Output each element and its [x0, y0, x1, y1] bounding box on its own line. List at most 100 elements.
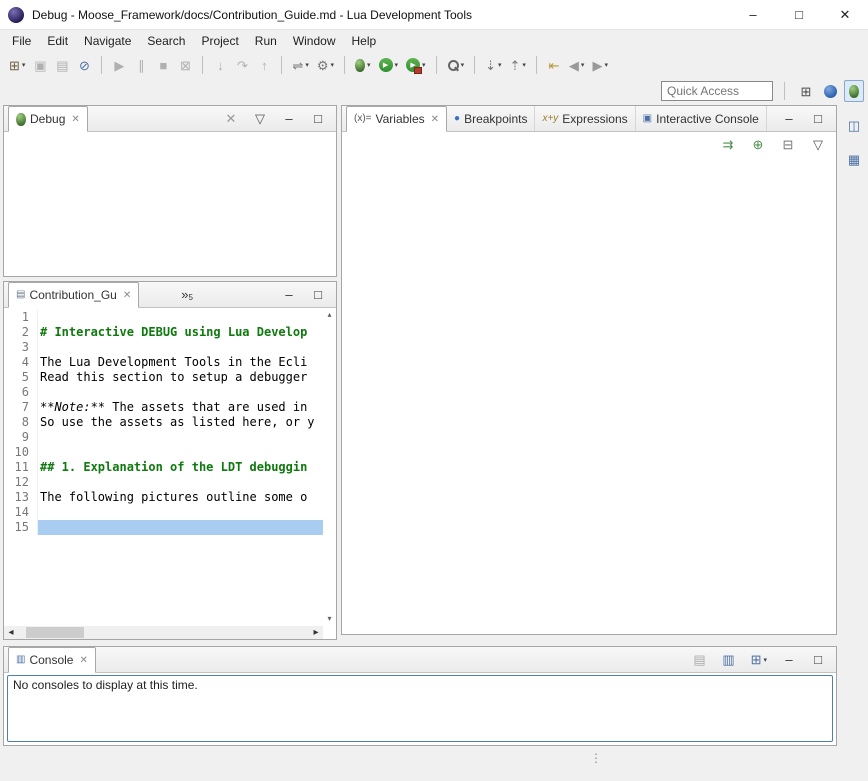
menu-item[interactable]: Window: [285, 31, 344, 51]
dropdown-arrow-icon[interactable]: ▾: [581, 61, 585, 69]
menu-item[interactable]: Run: [247, 31, 285, 51]
close-tab-icon[interactable]: ✕: [71, 114, 79, 125]
scroll-left-icon[interactable]: ◂: [4, 626, 18, 639]
menu-item[interactable]: Search: [139, 31, 193, 51]
console-content[interactable]: No consoles to display at this time.: [7, 675, 833, 742]
menu-item[interactable]: Help: [344, 31, 385, 51]
dropdown-arrow-icon[interactable]: ▾: [604, 61, 608, 69]
dropdown-arrow-icon[interactable]: ▾: [422, 61, 426, 69]
tab-interactive-console[interactable]: ▣Interactive Console: [636, 106, 767, 131]
maximize-button[interactable]: □: [308, 110, 328, 128]
maximize-button[interactable]: □: [808, 110, 828, 128]
editor-line-12[interactable]: 12: [4, 475, 323, 490]
previous-annotation-button[interactable]: ⇡▾: [507, 54, 529, 76]
dropdown-arrow-icon[interactable]: ▾: [22, 61, 26, 69]
forward-button[interactable]: ▶▾: [589, 54, 611, 76]
skip-all-breakpoints-button[interactable]: ⊘: [74, 54, 94, 76]
editor-hscrollbar[interactable]: ◂ ▸: [4, 626, 323, 639]
restore-view-button[interactable]: ◫: [844, 114, 864, 136]
menu-item[interactable]: Navigate: [76, 31, 139, 51]
dropdown-arrow-icon[interactable]: ▾: [763, 656, 767, 664]
editor-line-8[interactable]: 8So use the assets as listed here, or y: [4, 415, 323, 430]
dropdown-arrow-icon[interactable]: ▾: [395, 61, 399, 69]
ldt-perspective-button[interactable]: [820, 80, 840, 102]
editor-line-1[interactable]: 1: [4, 310, 323, 325]
close-tab-icon[interactable]: ✕: [431, 114, 439, 125]
view-menu-button[interactable]: ▽: [808, 133, 828, 155]
quick-access-input[interactable]: [661, 81, 773, 101]
print-button[interactable]: ▤: [52, 54, 72, 76]
minimize-button[interactable]: –: [279, 286, 299, 304]
dropdown-arrow-icon[interactable]: ▾: [522, 61, 526, 69]
display-console-button[interactable]: ▥: [719, 651, 739, 669]
step-over-button[interactable]: ↷: [232, 54, 252, 76]
tab-debug[interactable]: Debug✕: [8, 106, 88, 132]
editor-line-6[interactable]: 6: [4, 385, 323, 400]
close-button[interactable]: ✕: [822, 0, 868, 29]
close-tab-icon[interactable]: ✕: [123, 290, 131, 301]
step-filters-button[interactable]: ⇌▾: [289, 54, 311, 76]
next-annotation-button[interactable]: ⇣▾: [482, 54, 504, 76]
scrollbar-track[interactable]: [18, 626, 309, 639]
editor-line-5[interactable]: 5Read this section to setup a debugger: [4, 370, 323, 385]
tab-console[interactable]: ▥Console✕: [8, 647, 96, 673]
run-button[interactable]: ▶▾: [376, 54, 402, 76]
debug-button[interactable]: ▾: [352, 54, 374, 76]
minimize-button[interactable]: –: [779, 651, 799, 669]
pin-console-button[interactable]: ▤: [690, 651, 710, 669]
maximize-button[interactable]: □: [808, 651, 828, 669]
splitter-handle[interactable]: ⋮: [590, 752, 602, 764]
tab-breakpoints[interactable]: ●Breakpoints: [447, 106, 535, 131]
dropdown-arrow-icon[interactable]: ▾: [331, 61, 335, 69]
external-tools-button[interactable]: ▶▾: [403, 54, 429, 76]
scroll-up-icon[interactable]: ▴: [327, 311, 331, 319]
tab-expressions[interactable]: x+yExpressions: [535, 106, 635, 131]
show-type-names-button[interactable]: ⇉: [718, 133, 738, 155]
view-menu-button[interactable]: ▽: [250, 110, 270, 128]
step-return-button[interactable]: ↑: [254, 54, 274, 76]
show-logical-structure-button[interactable]: ⊕: [748, 133, 768, 155]
disconnect-button[interactable]: ⊠: [175, 54, 195, 76]
editor-line-11[interactable]: 11## 1. Explanation of the LDT debuggin: [4, 460, 323, 475]
editor-line-7[interactable]: 7**Note:** The assets that are used in: [4, 400, 323, 415]
minimize-button[interactable]: –: [279, 110, 299, 128]
maximize-button[interactable]: □: [776, 0, 822, 29]
editor-line-3[interactable]: 3: [4, 340, 323, 355]
menu-item[interactable]: File: [4, 31, 39, 51]
tab-variables[interactable]: (x)=Variables✕: [346, 106, 447, 132]
editor-line-2[interactable]: 2# Interactive DEBUG using Lua Develop: [4, 325, 323, 340]
resume-button[interactable]: ▶: [109, 54, 129, 76]
new-wizard-button[interactable]: ⊞▾: [6, 54, 28, 76]
open-console-button[interactable]: ⊞▾: [748, 651, 770, 669]
search-button[interactable]: ▾: [444, 54, 468, 76]
menu-item[interactable]: Edit: [39, 31, 76, 51]
editor-line-14[interactable]: 14: [4, 505, 323, 520]
step-into-button[interactable]: ↓: [210, 54, 230, 76]
back-button[interactable]: ◀▾: [566, 54, 588, 76]
editor-line-15[interactable]: 15: [4, 520, 323, 535]
editor-lines[interactable]: 12# Interactive DEBUG using Lua Develop3…: [4, 310, 323, 626]
last-edit-location-button[interactable]: ⇤: [544, 54, 564, 76]
dropdown-arrow-icon[interactable]: ▾: [367, 61, 371, 69]
dropdown-arrow-icon[interactable]: ▾: [305, 61, 309, 69]
debug-perspective-button[interactable]: [844, 80, 864, 102]
collapse-all-button[interactable]: ⊟: [778, 133, 798, 155]
maximize-button[interactable]: □: [308, 286, 328, 304]
remove-all-terminated-button[interactable]: ✕: [221, 110, 241, 128]
breakpoint-types-button[interactable]: ⚙▾: [314, 54, 337, 76]
editor-tab-overflow[interactable]: »5: [181, 287, 193, 302]
close-tab-icon[interactable]: ✕: [79, 655, 87, 666]
save-button[interactable]: ▣: [30, 54, 50, 76]
editor-line-9[interactable]: 9: [4, 430, 323, 445]
dropdown-arrow-icon[interactable]: ▾: [461, 61, 465, 69]
terminate-button[interactable]: ■: [153, 54, 173, 76]
editor-vscrollbar[interactable]: ▴ ▾: [323, 308, 336, 626]
editor-line-10[interactable]: 10: [4, 445, 323, 460]
scrollbar-thumb[interactable]: [26, 627, 84, 638]
menu-item[interactable]: Project: [193, 31, 246, 51]
dropdown-arrow-icon[interactable]: ▾: [498, 61, 502, 69]
minimized-view-button[interactable]: ▦: [844, 148, 864, 170]
tab-contribution-guide[interactable]: ▤Contribution_Gu✕: [8, 282, 139, 308]
suspend-button[interactable]: ∥: [131, 54, 151, 76]
scroll-down-icon[interactable]: ▾: [327, 615, 331, 623]
